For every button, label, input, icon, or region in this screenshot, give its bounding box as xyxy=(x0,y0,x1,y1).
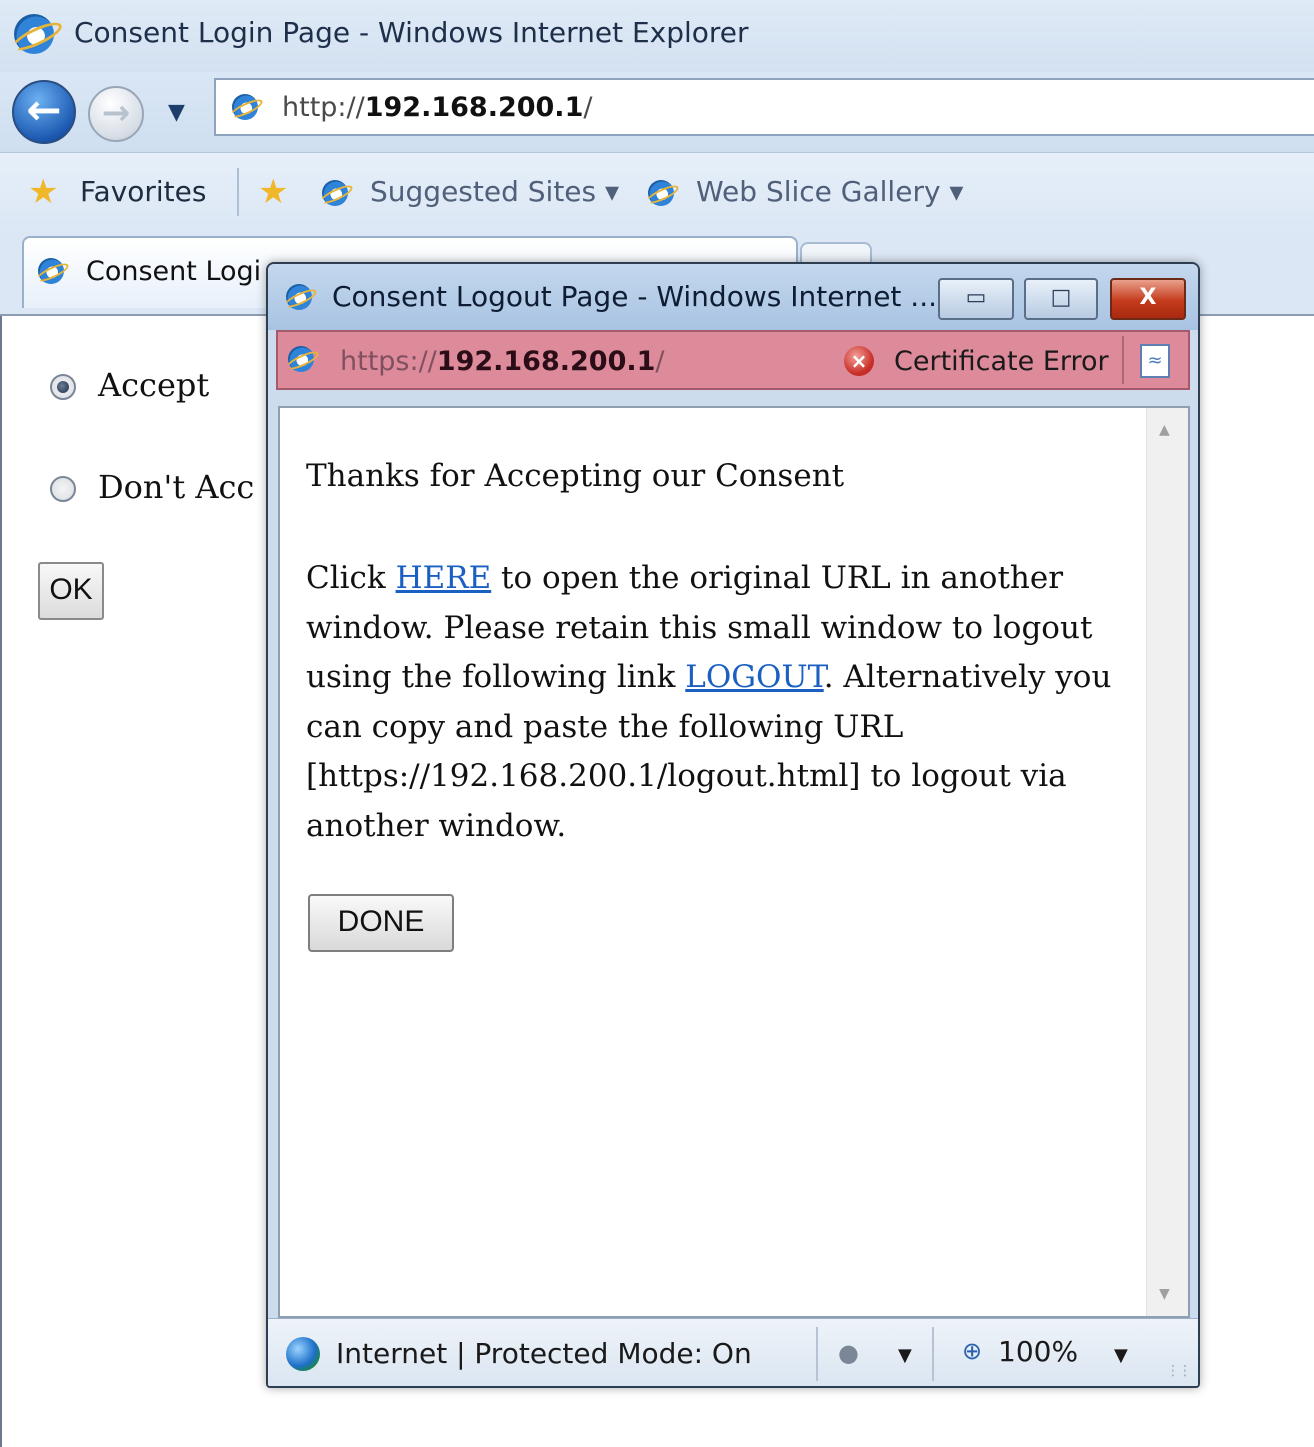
suggested-sites-ie-icon xyxy=(322,180,348,206)
shield-x-icon[interactable]: × xyxy=(844,346,874,376)
popup-ie-logo-icon xyxy=(286,284,312,310)
logout-link[interactable]: LOGOUT xyxy=(685,659,823,695)
popup-page-ie-icon xyxy=(288,346,314,372)
globe-icon xyxy=(286,1337,320,1371)
popup-status-bar: Internet | Protected Mode: On ● ▼ ⊕ 100%… xyxy=(268,1318,1198,1386)
address-host: 192.168.200.1 xyxy=(364,92,584,123)
popup-title: Consent Logout Page - Windows Internet .… xyxy=(332,280,937,313)
tab-ie-icon xyxy=(38,258,64,284)
dont-accept-label: Don't Acc xyxy=(98,468,255,506)
logout-popup-window: Consent Logout Page - Windows Internet .… xyxy=(266,262,1200,1388)
close-button[interactable]: X xyxy=(1110,278,1186,320)
restore-icon: □ xyxy=(1050,285,1072,310)
forward-arrow-icon: → xyxy=(101,93,131,133)
web-slice-ie-icon xyxy=(648,180,674,206)
page-ie-icon xyxy=(232,94,258,120)
favorites-button[interactable]: Favorites xyxy=(80,175,206,208)
protected-mode-icon[interactable]: ● xyxy=(838,1339,859,1367)
instr-click: Click xyxy=(306,560,396,596)
ie-logo-icon xyxy=(14,14,54,54)
certificate-error-button[interactable]: Certificate Error xyxy=(894,346,1109,377)
content-border xyxy=(0,316,2,1447)
security-zone-text[interactable]: Internet | Protected Mode: On xyxy=(336,1337,752,1370)
minimize-icon: ▭ xyxy=(965,285,987,310)
history-dropdown-icon[interactable]: ▼ xyxy=(168,100,185,125)
done-button[interactable]: DONE xyxy=(308,894,454,952)
add-favorite-icon[interactable]: ★ xyxy=(258,172,288,212)
restore-button[interactable]: □ xyxy=(1024,278,1098,320)
ok-button[interactable]: OK xyxy=(38,562,104,620)
back-arrow-icon: ← xyxy=(26,85,62,134)
address-separator xyxy=(1122,336,1124,384)
thanks-heading: Thanks for Accepting our Consent xyxy=(306,458,845,494)
popup-title-bar[interactable]: Consent Logout Page - Windows Internet .… xyxy=(268,264,1198,330)
scroll-down-icon[interactable]: ▼ xyxy=(1159,1286,1170,1302)
tab-label: Consent Logi xyxy=(86,256,262,287)
accept-radio[interactable] xyxy=(50,374,76,400)
dont-accept-radio[interactable] xyxy=(50,476,76,502)
accept-label: Accept xyxy=(98,366,210,404)
zoom-dropdown-icon[interactable]: ▼ xyxy=(1114,1345,1128,1366)
resize-grip-icon[interactable]: ⋮⋮ xyxy=(1166,1363,1192,1379)
popup-page-content: Thanks for Accepting our Consent Click H… xyxy=(278,406,1190,1318)
feed-icon[interactable]: ≈ xyxy=(1140,344,1170,378)
here-link[interactable]: HERE xyxy=(396,560,492,596)
address-suffix: / xyxy=(583,92,593,123)
vertical-scrollbar[interactable]: ▲ ▼ xyxy=(1146,408,1188,1316)
logout-instructions: Click HERE to open the original URL in a… xyxy=(306,554,1136,851)
popup-address-url[interactable]: https://192.168.200.1/ xyxy=(340,346,665,377)
security-dropdown-icon[interactable]: ▼ xyxy=(898,1345,912,1366)
back-button[interactable]: ← xyxy=(12,80,76,144)
address-bar[interactable]: http://192.168.200.1/ xyxy=(214,78,1314,136)
web-slice-gallery-link[interactable]: Web Slice Gallery ▾ xyxy=(696,175,963,208)
popup-address-prefix: https:// xyxy=(340,346,437,377)
main-window-title: Consent Login Page - Windows Internet Ex… xyxy=(74,16,749,49)
main-title-bar: Consent Login Page - Windows Internet Ex… xyxy=(0,0,1314,72)
scroll-up-icon[interactable]: ▲ xyxy=(1159,422,1170,438)
minimize-button[interactable]: ▭ xyxy=(938,278,1014,320)
zoom-level[interactable]: 100% xyxy=(998,1335,1078,1368)
popup-address-host: 192.168.200.1 xyxy=(436,346,656,377)
popup-address-bar[interactable]: https://192.168.200.1/ × Certificate Err… xyxy=(276,330,1190,390)
favorites-separator xyxy=(237,168,239,216)
forward-button[interactable]: → xyxy=(88,86,144,142)
magnifier-icon[interactable]: ⊕ xyxy=(962,1337,982,1365)
star-icon: ★ xyxy=(28,172,59,212)
status-separator-1 xyxy=(816,1327,818,1381)
close-icon: X xyxy=(1139,285,1157,310)
popup-address-suffix: / xyxy=(655,346,665,377)
address-prefix: http:// xyxy=(282,92,365,123)
address-url[interactable]: http://192.168.200.1/ xyxy=(282,92,592,123)
suggested-sites-link[interactable]: Suggested Sites ▾ xyxy=(370,175,619,208)
status-separator-2 xyxy=(932,1327,934,1381)
